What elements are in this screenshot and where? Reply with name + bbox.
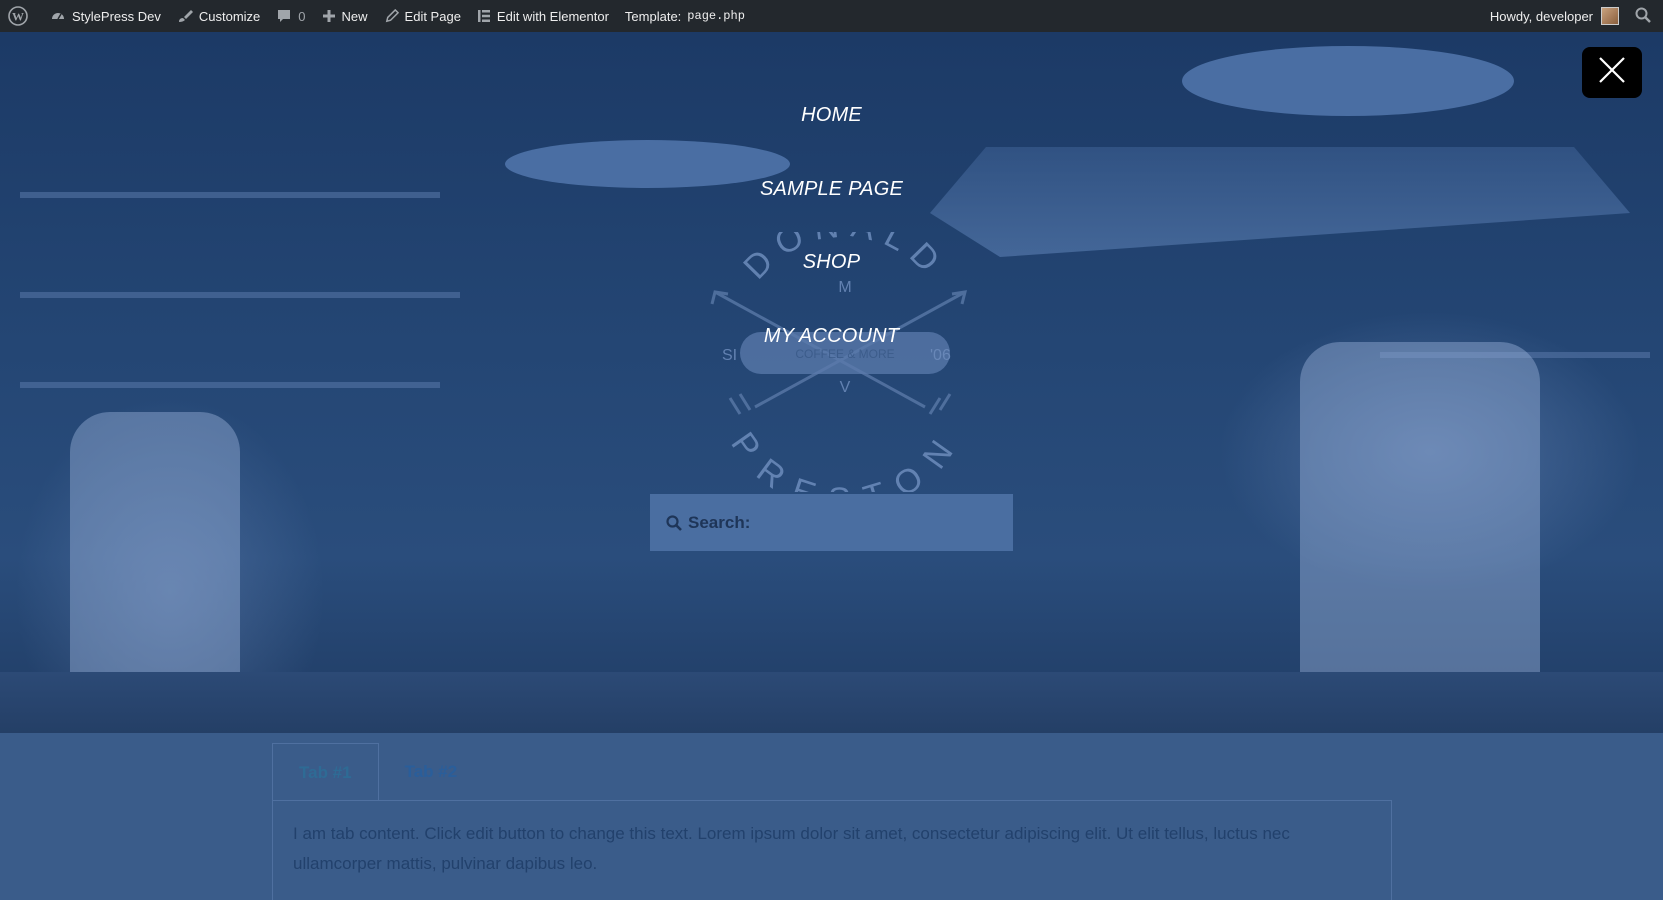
shelf xyxy=(20,382,440,388)
menu-item-home[interactable]: HOME xyxy=(0,104,1663,127)
logo-left: SI xyxy=(722,347,737,364)
pencil-icon xyxy=(384,8,399,24)
search-icon xyxy=(666,514,682,531)
avatar xyxy=(1601,7,1619,25)
customize-link[interactable]: Customize xyxy=(169,0,268,32)
logo-v: V xyxy=(840,379,851,396)
edit-with-elementor-label: Edit with Elementor xyxy=(496,8,609,24)
close-menu-button[interactable] xyxy=(1582,47,1642,98)
edit-page-label: Edit Page xyxy=(404,8,461,24)
dashboard-icon xyxy=(50,8,66,24)
tab-content-text: I am tab content. Click edit button to c… xyxy=(293,824,1290,873)
site-name-link[interactable]: StylePress Dev xyxy=(42,0,169,32)
tabs-section: Tab #1 Tab #2 I am tab content. Click ed… xyxy=(0,733,1663,900)
tab-1[interactable]: Tab #1 xyxy=(272,743,379,801)
tab-2[interactable]: Tab #2 xyxy=(379,743,484,801)
wordpress-icon: W xyxy=(8,6,28,26)
new-content-link[interactable]: New xyxy=(314,0,376,32)
logo-middle: COFFEE & MORE xyxy=(795,347,894,361)
plus-icon xyxy=(322,9,336,23)
edit-page-link[interactable]: Edit Page xyxy=(376,0,469,32)
comment-icon xyxy=(276,8,292,24)
admin-bar: W StylePress Dev Customize 0 New Edit Pa… xyxy=(0,0,1663,32)
edit-with-elementor-link[interactable]: Edit with Elementor xyxy=(469,0,617,32)
template-file: page.php xyxy=(687,9,745,23)
logo-bottom-text: PRESTON xyxy=(723,425,956,519)
search-icon xyxy=(1635,7,1651,26)
elementor-icon xyxy=(477,9,491,23)
comments-link[interactable]: 0 xyxy=(268,0,313,32)
template-label: Template: xyxy=(624,8,682,24)
close-icon xyxy=(1597,55,1627,90)
tab-content-panel: I am tab content. Click edit button to c… xyxy=(272,800,1392,900)
menu-item-shop[interactable]: SHOP xyxy=(0,251,1663,274)
search-form xyxy=(650,494,1013,551)
wordpress-logo-button[interactable]: W xyxy=(0,0,42,32)
logo-m: M xyxy=(838,279,851,296)
tab-list: Tab #1 Tab #2 xyxy=(272,743,483,801)
cook-figure xyxy=(70,412,240,712)
menu-item-sample-page[interactable]: SAMPLE PAGE xyxy=(0,178,1663,201)
site-name-label: StylePress Dev xyxy=(72,8,161,24)
hero-background: DONALD PRESTON M V SI '06 COFFEE & MORE … xyxy=(0,32,1663,733)
new-label: New xyxy=(341,8,368,24)
account-menu[interactable]: Howdy, developer xyxy=(1482,0,1627,32)
logo-right: '06 xyxy=(930,347,951,364)
menu-item-my-account[interactable]: MY ACCOUNT xyxy=(0,325,1663,348)
brush-icon xyxy=(177,8,193,24)
search-input[interactable] xyxy=(688,512,988,533)
shelf xyxy=(20,292,460,298)
svg-text:W: W xyxy=(12,10,24,24)
comments-count: 0 xyxy=(298,8,306,24)
howdy-text: Howdy, developer xyxy=(1489,8,1593,24)
template-info[interactable]: Template: page.php xyxy=(617,0,753,32)
kitchen-counter xyxy=(0,672,1663,733)
svg-text:PRESTON: PRESTON xyxy=(723,425,966,492)
customize-label: Customize xyxy=(198,8,261,24)
chef-figure xyxy=(1300,342,1540,712)
kitchen-hood xyxy=(930,147,1630,257)
adminbar-search-button[interactable] xyxy=(1627,0,1663,32)
